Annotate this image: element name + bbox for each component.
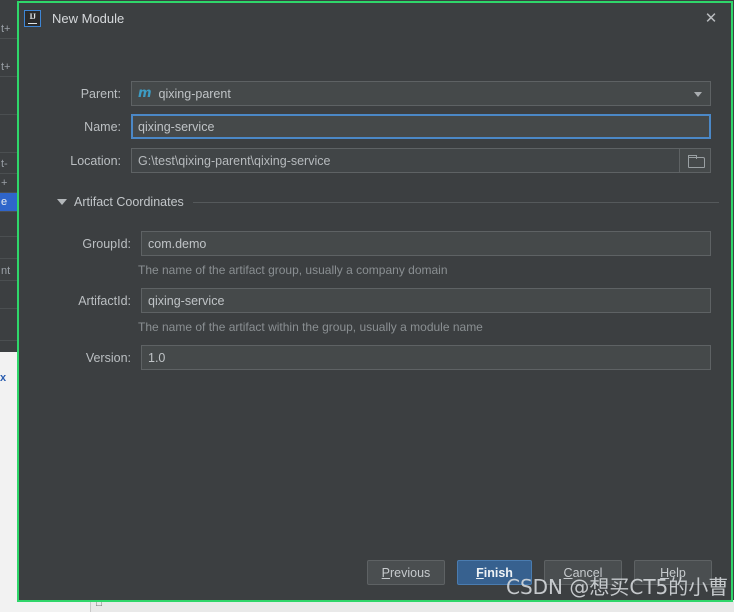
cancel-button-mnemonic: C <box>563 565 573 580</box>
previous-button-mnemonic: P <box>381 565 391 580</box>
dialog-titlebar: IJ New Module ✕ <box>19 3 731 34</box>
artifactid-hint: The name of the artifact within the grou… <box>138 320 483 334</box>
help-button[interactable]: Help <box>634 560 712 585</box>
chevron-down-icon[interactable] <box>57 199 67 205</box>
folder-icon <box>687 155 705 168</box>
ide-tree-row-label: t- <box>1 158 8 170</box>
chevron-down-icon[interactable] <box>694 91 702 97</box>
parent-label: Parent: <box>80 86 121 101</box>
ide-tree-row-label: t+ <box>1 61 11 73</box>
name-input[interactable]: qixing-service <box>131 114 711 139</box>
artifactid-input[interactable]: qixing-service <box>141 288 711 313</box>
dialog-body: Parent: m qixing-parent Name: qixing-ser… <box>19 34 731 600</box>
field-row-version: Version: 1.0 <box>31 345 711 370</box>
parent-combobox[interactable]: m qixing-parent <box>131 81 711 106</box>
ide-panel-mark: x <box>0 372 7 384</box>
close-icon[interactable]: ✕ <box>701 9 721 29</box>
location-input[interactable]: G:\test\qixing-parent\qixing-service <box>131 148 711 173</box>
help-button-label: elp <box>669 565 686 580</box>
groupid-hint: The name of the artifact group, usually … <box>138 263 448 277</box>
version-input[interactable]: 1.0 <box>141 345 711 370</box>
parent-value: qixing-parent <box>158 86 231 101</box>
help-button-mnemonic: H <box>660 565 670 580</box>
new-module-dialog: IJ New Module ✕ Parent: m qixing-parent … <box>17 1 733 602</box>
field-row-artifactid: ArtifactId: qixing-service <box>31 288 711 313</box>
ide-tree-row-label: e <box>1 196 8 208</box>
dialog-title: New Module <box>52 11 125 26</box>
finish-button-label: inish <box>483 565 513 580</box>
location-label: Location: <box>70 153 121 168</box>
section-divider <box>192 201 719 203</box>
ide-tree-row-label: nt <box>1 265 11 277</box>
dialog-button-bar: Previous Finish Cancel Help <box>19 552 731 600</box>
browse-location-button[interactable] <box>679 149 710 172</box>
field-row-parent: Parent: m qixing-parent <box>31 81 711 106</box>
groupid-label: GroupId: <box>82 236 131 251</box>
ide-tree-row-label: + <box>1 177 8 189</box>
cancel-button[interactable]: Cancel <box>544 560 622 585</box>
location-value: G:\test\qixing-parent\qixing-service <box>138 153 331 168</box>
artifact-coordinates-title: Artifact Coordinates <box>74 195 184 209</box>
intellij-idea-icon: IJ <box>24 10 41 27</box>
previous-button[interactable]: Previous <box>367 560 445 585</box>
name-value: qixing-service <box>138 119 215 134</box>
version-value: 1.0 <box>148 350 166 365</box>
finish-button-mnemonic: F <box>476 565 484 580</box>
groupid-input[interactable]: com.demo <box>141 231 711 256</box>
artifactid-value: qixing-service <box>148 293 225 308</box>
field-row-groupid: GroupId: com.demo <box>31 231 711 256</box>
intellij-idea-icon-text: IJ <box>29 12 36 21</box>
cancel-button-label: ancel <box>572 565 603 580</box>
finish-button[interactable]: Finish <box>457 560 532 585</box>
version-label: Version: <box>85 350 131 365</box>
artifactid-label: ArtifactId: <box>78 293 131 308</box>
previous-button-label: revious <box>390 565 431 580</box>
ide-tree-row-label: t+ <box>1 23 11 35</box>
maven-module-icon: m <box>138 86 152 101</box>
field-row-location: Location: G:\test\qixing-parent\qixing-s… <box>31 148 711 173</box>
name-label: Name: <box>84 119 121 134</box>
artifact-coordinates-section-header[interactable]: Artifact Coordinates <box>57 195 719 209</box>
groupid-value: com.demo <box>148 236 207 251</box>
field-row-name: Name: qixing-service <box>31 114 711 139</box>
